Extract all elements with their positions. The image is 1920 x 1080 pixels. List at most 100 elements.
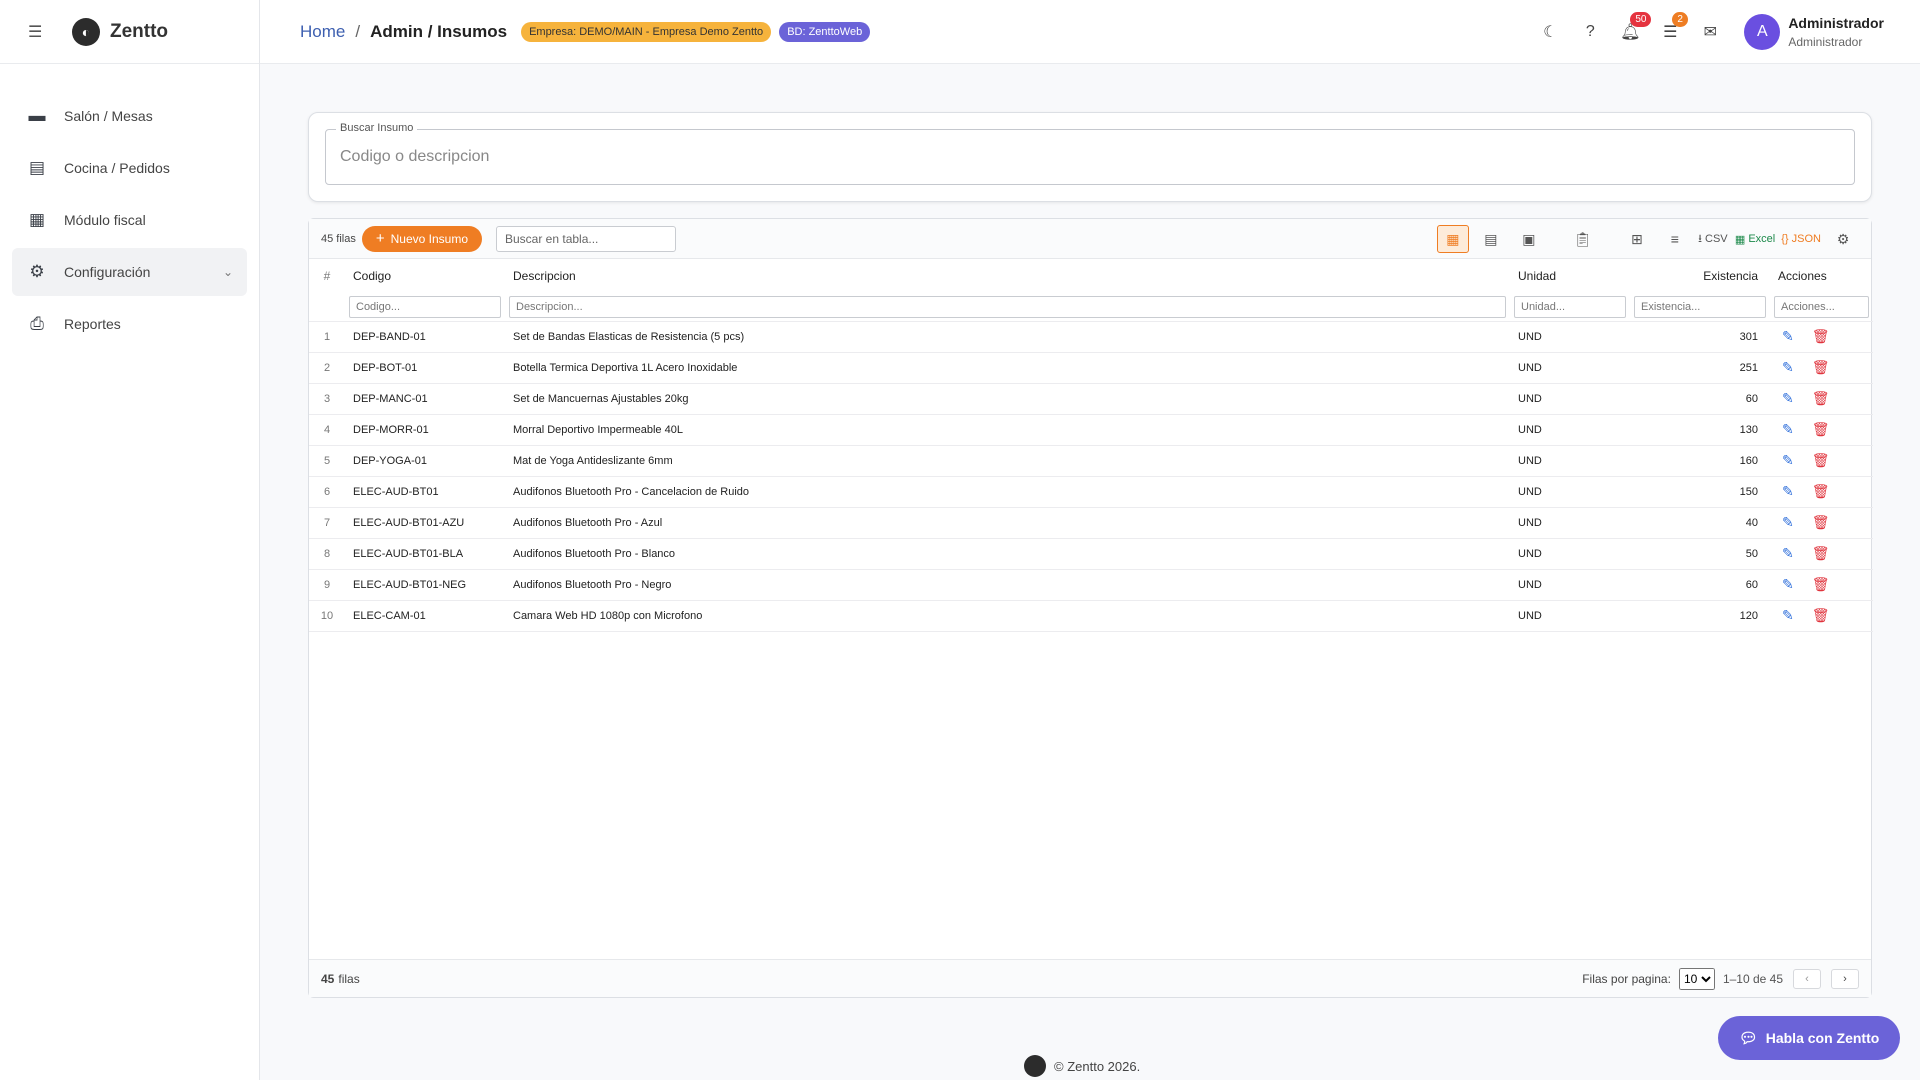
- cell-acciones: ✎ 🗑︎: [1770, 537, 1873, 569]
- edit-icon[interactable]: ✎: [1782, 452, 1794, 469]
- table-row[interactable]: 4 DEP-MORR-01 Morral Deportivo Impermeab…: [309, 413, 1873, 445]
- trash-icon[interactable]: 🗑︎: [1812, 545, 1830, 562]
- cell-index: 10: [309, 599, 345, 632]
- collapse-menu-icon[interactable]: ☰: [28, 22, 48, 42]
- table-search-input[interactable]: [496, 225, 676, 252]
- clipboard-icon[interactable]: 📋︎: [1567, 225, 1599, 253]
- chat-bubble-icon: 💬︎: [1738, 1030, 1758, 1047]
- gear-icon: ⚙: [29, 262, 45, 281]
- cell-index: 9: [309, 568, 345, 600]
- edit-icon[interactable]: ✎: [1782, 390, 1794, 407]
- breadcrumb-current: Admin / Insumos: [370, 21, 508, 41]
- chat-button[interactable]: 💬︎ Habla con Zentto: [1718, 1016, 1900, 1060]
- col-header-existencia[interactable]: Existencia: [1630, 259, 1770, 293]
- cell-acciones: ✎ 🗑︎: [1770, 506, 1873, 538]
- user-info[interactable]: Administrador Administrador: [1788, 15, 1884, 49]
- sidebar-item-reportes[interactable]: ⎙ Reportes: [12, 300, 247, 348]
- col-header-index[interactable]: #: [309, 259, 345, 293]
- edit-icon[interactable]: ✎: [1782, 514, 1794, 531]
- cell-codigo: ELEC-AUD-BT01-AZU: [345, 506, 505, 538]
- cell-codigo: DEP-BAND-01: [345, 320, 505, 352]
- columns-icon[interactable]: ⊞: [1621, 225, 1653, 253]
- table-row[interactable]: 5 DEP-YOGA-01 Mat de Yoga Antideslizante…: [309, 444, 1873, 476]
- filter-descripcion-input[interactable]: [509, 295, 1506, 318]
- chevron-down-icon: ⌄: [222, 265, 233, 279]
- mail-icon[interactable]: ✉: [1690, 22, 1730, 42]
- tasks-list-icon[interactable]: ☰ 2: [1650, 12, 1690, 42]
- table-row[interactable]: 6 ELEC-AUD-BT01 Audifonos Bluetooth Pro …: [309, 475, 1873, 507]
- col-header-codigo[interactable]: Codigo: [345, 259, 505, 293]
- edit-icon[interactable]: ✎: [1782, 607, 1794, 624]
- rows-per-page-select[interactable]: 10: [1678, 968, 1715, 990]
- new-insumo-button[interactable]: + Nuevo Insumo: [361, 225, 482, 252]
- cell-descripcion: Botella Termica Deportiva 1L Acero Inoxi…: [505, 351, 1510, 383]
- grid-view-icon[interactable]: ▣: [1513, 225, 1545, 253]
- export-json-button[interactable]: {} JSON: [1781, 225, 1821, 253]
- cell-codigo: DEP-BOT-01: [345, 351, 505, 383]
- table-row[interactable]: 9 ELEC-AUD-BT01-NEG Audifonos Bluetooth …: [309, 568, 1873, 600]
- printer-icon: ⎙: [30, 314, 44, 333]
- next-page-button[interactable]: ›: [1831, 969, 1859, 989]
- table-row[interactable]: 10 ELEC-CAM-01 Camara Web HD 1080p con M…: [309, 599, 1873, 632]
- trash-icon[interactable]: 🗑︎: [1812, 514, 1830, 531]
- table-row[interactable]: 7 ELEC-AUD-BT01-AZU Audifonos Bluetooth …: [309, 506, 1873, 538]
- table-row[interactable]: 2 DEP-BOT-01 Botella Termica Deportiva 1…: [309, 351, 1873, 383]
- edit-icon[interactable]: ✎: [1782, 421, 1794, 438]
- trash-icon[interactable]: 🗑︎: [1812, 576, 1830, 593]
- table-row[interactable]: 3 DEP-MANC-01 Set de Mancuernas Ajustabl…: [309, 382, 1873, 414]
- cell-unidad: UND: [1510, 568, 1630, 600]
- trash-icon[interactable]: 🗑︎: [1812, 328, 1830, 345]
- filter-acciones-input[interactable]: [1774, 295, 1869, 318]
- search-input[interactable]: [326, 130, 1854, 184]
- col-header-descripcion[interactable]: Descripcion: [505, 259, 1510, 293]
- table-row[interactable]: 8 ELEC-AUD-BT01-BLA Audifonos Bluetooth …: [309, 537, 1873, 569]
- edit-icon[interactable]: ✎: [1782, 576, 1794, 593]
- cell-existencia: 120: [1630, 599, 1770, 632]
- trash-icon[interactable]: 🗑︎: [1812, 483, 1830, 500]
- notifications-bell-icon[interactable]: 🔔︎ 50: [1610, 12, 1652, 42]
- row-actions: ✎ 🗑︎: [1778, 607, 1873, 624]
- sidebar-item-cocina-pedidos[interactable]: ▤ Cocina / Pedidos: [12, 144, 247, 192]
- search-card: Buscar Insumo: [308, 112, 1872, 202]
- prev-page-button[interactable]: ‹: [1793, 969, 1821, 989]
- sidebar-item-configuracion[interactable]: ⚙ Configuración ⌄: [12, 248, 247, 296]
- database-badge[interactable]: BD: ZenttoWeb: [779, 21, 871, 42]
- dark-mode-icon[interactable]: ☾: [1530, 22, 1570, 42]
- sidebar-item-modulo-fiscal[interactable]: ▦ Módulo fiscal: [12, 196, 247, 244]
- trash-icon[interactable]: 🗑︎: [1812, 390, 1830, 407]
- filter-unidad-input[interactable]: [1514, 295, 1626, 318]
- company-badge[interactable]: Empresa: DEMO/MAIN - Empresa Demo Zentto: [521, 21, 772, 42]
- row-actions: ✎ 🗑︎: [1778, 421, 1873, 438]
- table-row[interactable]: 1 DEP-BAND-01 Set de Bandas Elasticas de…: [309, 320, 1873, 352]
- grid-toolbar: 45 filas + Nuevo Insumo ▦ ▤ ▣ 📋︎ ⊞ ≡ ⭳ CS…: [309, 219, 1871, 259]
- filter-codigo-input[interactable]: [349, 295, 501, 318]
- export-excel-button[interactable]: ▦ Excel: [1735, 225, 1775, 253]
- col-header-unidad[interactable]: Unidad: [1510, 259, 1630, 293]
- cell-index: 8: [309, 537, 345, 569]
- cell-descripcion: Audifonos Bluetooth Pro - Cancelacion de…: [505, 475, 1510, 507]
- edit-icon[interactable]: ✎: [1782, 545, 1794, 562]
- trash-icon[interactable]: 🗑︎: [1812, 607, 1830, 624]
- trash-icon[interactable]: 🗑︎: [1812, 452, 1830, 469]
- cell-index: 5: [309, 444, 345, 476]
- filter-row: [309, 293, 1873, 321]
- col-header-acciones[interactable]: Acciones: [1770, 259, 1873, 293]
- help-icon[interactable]: ?: [1570, 23, 1610, 41]
- cell-unidad: UND: [1510, 537, 1630, 569]
- cell-existencia: 150: [1630, 475, 1770, 507]
- settings-gear-icon[interactable]: ⚙: [1827, 225, 1859, 253]
- table-view-icon[interactable]: ▦: [1436, 225, 1469, 253]
- zentto-logo-icon: ◐: [72, 17, 100, 46]
- list-view-icon[interactable]: ▤: [1475, 225, 1507, 253]
- export-csv-button[interactable]: ⭳ CSV: [1697, 225, 1729, 253]
- edit-icon[interactable]: ✎: [1782, 483, 1794, 500]
- sidebar-item-salon-mesas[interactable]: ▬ Salón / Mesas: [12, 92, 247, 140]
- filter-existencia-input[interactable]: [1634, 295, 1766, 318]
- avatar[interactable]: A: [1744, 14, 1781, 50]
- density-icon[interactable]: ≡: [1659, 225, 1691, 253]
- trash-icon[interactable]: 🗑︎: [1812, 359, 1830, 376]
- edit-icon[interactable]: ✎: [1782, 328, 1794, 345]
- trash-icon[interactable]: 🗑︎: [1812, 421, 1830, 438]
- edit-icon[interactable]: ✎: [1782, 359, 1794, 376]
- breadcrumb-home[interactable]: Home: [300, 22, 345, 42]
